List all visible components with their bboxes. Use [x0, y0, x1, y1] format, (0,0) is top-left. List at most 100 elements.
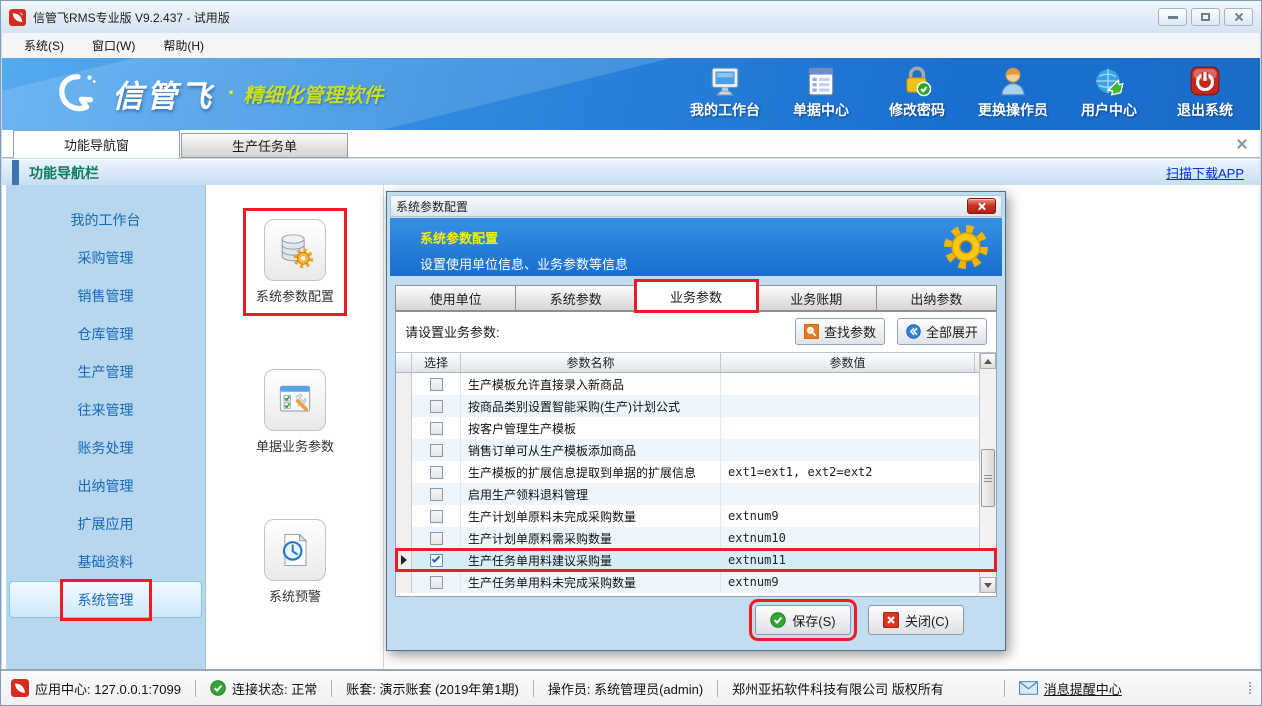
sidebar-item[interactable]: 出纳管理 — [6, 467, 205, 505]
toolbar-change-password[interactable]: 修改密码 — [876, 64, 958, 120]
sidebar-item[interactable]: 账务处理 — [6, 429, 205, 467]
dialog-tab[interactable]: 使用单位 — [395, 285, 516, 311]
shortcut-system-param-config[interactable]: 系统参数配置 — [246, 211, 344, 313]
sidebar-item-label: 基础资料 — [78, 552, 134, 572]
table-row[interactable]: 生产计划单原料未完成采购数量 extnum9 — [396, 505, 996, 527]
checkbox[interactable] — [430, 488, 443, 501]
document-tab[interactable]: 功能导航窗 — [13, 130, 180, 158]
scan-download-app-link[interactable]: 扫描下载APP — [1166, 163, 1244, 182]
checkbox-cell[interactable] — [412, 395, 461, 417]
status-message-center[interactable]: 消息提醒中心 — [1019, 679, 1122, 698]
scroll-down-button[interactable] — [980, 577, 996, 593]
checkbox-cell[interactable] — [412, 461, 461, 483]
checkbox-cell[interactable] — [412, 373, 461, 395]
search-icon — [804, 324, 819, 339]
checkbox-cell[interactable] — [412, 505, 461, 527]
find-param-button[interactable]: 查找参数 — [795, 318, 885, 345]
document-tab[interactable]: 生产任务单 — [181, 133, 348, 158]
toolbar-label: 用户中心 — [1081, 100, 1137, 120]
sidebar-item[interactable]: 生产管理 — [6, 353, 205, 391]
dialog-tab[interactable]: 系统参数 — [516, 285, 636, 311]
checkbox-cell[interactable] — [412, 549, 461, 571]
toolbar-my-workbench[interactable]: 我的工作台 — [684, 64, 766, 120]
param-value-cell: extnum11 — [721, 549, 975, 571]
row-selector-cell — [396, 417, 412, 439]
minimize-button[interactable] — [1158, 8, 1187, 26]
menu-item[interactable]: 帮助(H) — [151, 34, 216, 57]
shortcut-system-alert[interactable]: 系统预警 — [254, 511, 336, 613]
checkbox-cell[interactable] — [412, 439, 461, 461]
sidebar-item[interactable]: 采购管理 — [6, 239, 205, 277]
param-name-cell: 生产任务单用料建议采购量 — [461, 549, 721, 571]
document-center-icon — [804, 64, 838, 98]
scrollbar-thumb[interactable] — [981, 449, 995, 507]
toolbar-exit-system[interactable]: 退出系统 — [1164, 64, 1246, 120]
workbench-monitor-icon — [708, 64, 742, 98]
dialog-tab[interactable]: 业务参数 — [636, 281, 756, 311]
table-row[interactable]: 生产任务单用料建议采购量 extnum11 — [396, 549, 996, 571]
title-bar: 信管飞RMS专业版 V9.2.437 - 试用版 — [1, 1, 1261, 33]
sidebar-item[interactable]: 往来管理 — [6, 391, 205, 429]
param-name-cell: 生产计划单原料需采购数量 — [461, 527, 721, 549]
row-arrow-icon — [401, 555, 407, 565]
checkbox[interactable] — [430, 422, 443, 435]
sidebar-item[interactable]: 扩展应用 — [6, 505, 205, 543]
checkbox[interactable] — [430, 510, 443, 523]
dialog-close-button[interactable] — [967, 198, 996, 214]
table-row[interactable]: 按客户管理生产模板 — [396, 417, 996, 439]
table-row[interactable]: 生产计划单原料需采购数量 extnum10 — [396, 527, 996, 549]
table-row[interactable]: 生产任务单用料未完成采购数量 extnum9 — [396, 571, 996, 593]
tabstrip-close-icon[interactable] — [1234, 136, 1250, 152]
dialog-tab[interactable]: 业务账期 — [757, 285, 877, 311]
table-row[interactable]: 生产模板的扩展信息提取到单据的扩展信息 ext1=ext1, ext2=ext2 — [396, 461, 996, 483]
save-button[interactable]: 保存(S) — [755, 605, 851, 635]
message-center-link[interactable]: 消息提醒中心 — [1044, 679, 1122, 698]
toolbar-document-center[interactable]: 单据中心 — [780, 64, 862, 120]
checkbox-cell[interactable] — [412, 571, 461, 593]
row-selector-cell — [396, 483, 412, 505]
top-toolbar: 我的工作台 单据中心 修改密码 更换操作员 用户中心 退出系统 — [684, 64, 1246, 120]
menu-bar: 系统(S)窗口(W)帮助(H) — [2, 33, 1260, 58]
sidebar-item[interactable]: 系统管理 — [9, 581, 202, 618]
menu-item[interactable]: 系统(S) — [12, 34, 76, 57]
checkbox[interactable] — [430, 466, 443, 479]
toolbar-switch-operator[interactable]: 更换操作员 — [972, 64, 1054, 120]
dialog-tab[interactable]: 出纳参数 — [877, 285, 997, 311]
maximize-button[interactable] — [1191, 8, 1220, 26]
table-header: 选择 参数名称 参数值 — [396, 353, 996, 373]
sidebar-item[interactable]: 基础资料 — [6, 543, 205, 581]
checkbox[interactable] — [430, 532, 443, 545]
expand-all-button[interactable]: 全部展开 — [897, 318, 987, 345]
row-selector-cell — [396, 461, 412, 483]
sidebar-item[interactable]: 销售管理 — [6, 277, 205, 315]
shortcut-document-business-params[interactable]: 单据业务参数 — [246, 361, 344, 463]
menu-item[interactable]: 窗口(W) — [80, 34, 147, 57]
toolbar-label: 退出系统 — [1177, 100, 1233, 120]
table-row[interactable]: 销售订单可从生产模板添加商品 — [396, 439, 996, 461]
close-dialog-button[interactable]: 关闭(C) — [868, 605, 964, 635]
checkbox-cell[interactable] — [412, 417, 461, 439]
table-row[interactable]: 启用生产领料退料管理 — [396, 483, 996, 505]
toolbar-label: 单据中心 — [793, 100, 849, 120]
checkbox[interactable] — [430, 400, 443, 413]
scroll-up-button[interactable] — [980, 353, 996, 369]
sidebar-item[interactable]: 仓库管理 — [6, 315, 205, 353]
nav-header-bar: 功能导航栏 扫描下载APP — [2, 159, 1260, 185]
checkbox[interactable] — [430, 444, 443, 457]
sidebar-item[interactable]: 我的工作台 — [6, 201, 205, 239]
sidebar-item-label: 销售管理 — [78, 286, 134, 306]
close-button[interactable] — [1224, 8, 1253, 26]
table-row[interactable]: 按商品类别设置智能采购(生产)计划公式 — [396, 395, 996, 417]
checkbox-cell[interactable] — [412, 527, 461, 549]
icon-tile — [264, 219, 326, 281]
toolbar-user-center[interactable]: 用户中心 — [1068, 64, 1150, 120]
shortcut-label: 单据业务参数 — [256, 436, 334, 455]
checkbox-cell[interactable] — [412, 483, 461, 505]
table-row[interactable]: 生产模板允许直接录入新商品 — [396, 373, 996, 395]
sidebar-item-label: 账务处理 — [78, 438, 134, 458]
status-bar: 应用中心: 127.0.0.1:7099 连接状态: 正常 账套: 演示账套 (… — [1, 669, 1261, 705]
checkbox[interactable] — [430, 576, 443, 589]
checkbox[interactable] — [430, 378, 443, 391]
resize-grip[interactable] — [1239, 682, 1251, 694]
checkbox[interactable] — [430, 554, 443, 567]
